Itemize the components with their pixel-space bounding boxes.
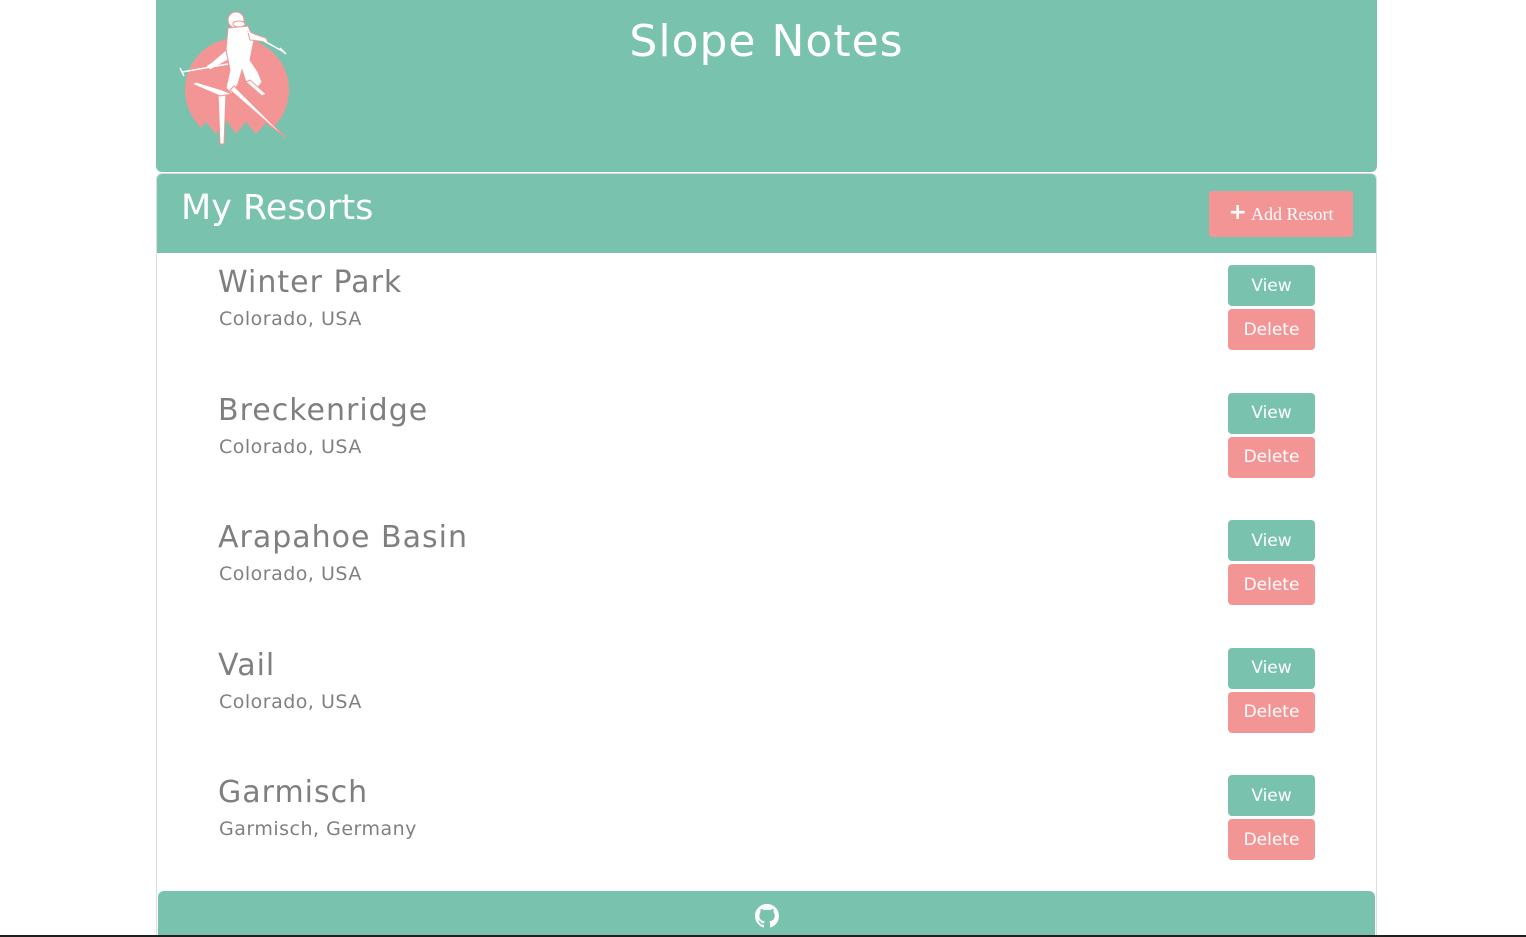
- resorts-card-header: My Resorts + Add Resort: [157, 174, 1376, 253]
- list-item: Garmisch Garmisch, Germany View Delete: [157, 763, 1376, 891]
- delete-button[interactable]: Delete: [1228, 309, 1315, 350]
- delete-button[interactable]: Delete: [1228, 436, 1315, 478]
- resort-location: Colorado, USA: [219, 308, 362, 330]
- view-button[interactable]: View: [1228, 392, 1315, 434]
- view-button[interactable]: View: [1228, 775, 1315, 816]
- list-item: Vail Colorado, USA View Delete: [157, 636, 1376, 764]
- delete-button[interactable]: Delete: [1228, 564, 1315, 605]
- app-root: Slope Notes My Resorts + Add Resort Wint…: [0, 0, 1526, 937]
- resort-name: Vail: [218, 647, 276, 683]
- resort-location: Colorado, USA: [219, 563, 362, 585]
- site-header: Slope Notes: [156, 0, 1377, 172]
- add-resort-button[interactable]: + Add Resort: [1209, 191, 1353, 237]
- resort-location: Colorado, USA: [219, 690, 362, 713]
- github-icon[interactable]: [755, 904, 779, 928]
- view-button[interactable]: View: [1228, 265, 1315, 306]
- resorts-card: My Resorts + Add Resort Winter Park Colo…: [156, 173, 1377, 937]
- list-item: Breckenridge Colorado, USA View Delete: [157, 381, 1376, 509]
- resort-name: Arapahoe Basin: [218, 520, 468, 555]
- delete-button[interactable]: Delete: [1228, 819, 1315, 860]
- site-title: Slope Notes: [629, 16, 904, 67]
- resort-location: Colorado, USA: [219, 435, 362, 458]
- view-button[interactable]: View: [1228, 520, 1315, 561]
- section-title: My Resorts: [181, 188, 374, 228]
- plus-icon: +: [1228, 200, 1247, 225]
- page-container: Slope Notes My Resorts + Add Resort Wint…: [156, 0, 1377, 937]
- site-footer: [158, 891, 1375, 937]
- add-resort-label: Add Resort: [1250, 203, 1334, 224]
- delete-button[interactable]: Delete: [1228, 691, 1315, 733]
- resort-name: Breckenridge: [218, 392, 429, 428]
- list-item: Winter Park Colorado, USA View Delete: [157, 253, 1376, 381]
- resort-location: Garmisch, Germany: [219, 818, 417, 840]
- resort-name: Winter Park: [218, 265, 403, 300]
- resort-list: Winter Park Colorado, USA View Delete Br…: [157, 253, 1376, 891]
- list-item: Arapahoe Basin Colorado, USA View Delete: [157, 508, 1376, 636]
- view-button[interactable]: View: [1228, 647, 1315, 689]
- resort-name: Garmisch: [218, 775, 369, 810]
